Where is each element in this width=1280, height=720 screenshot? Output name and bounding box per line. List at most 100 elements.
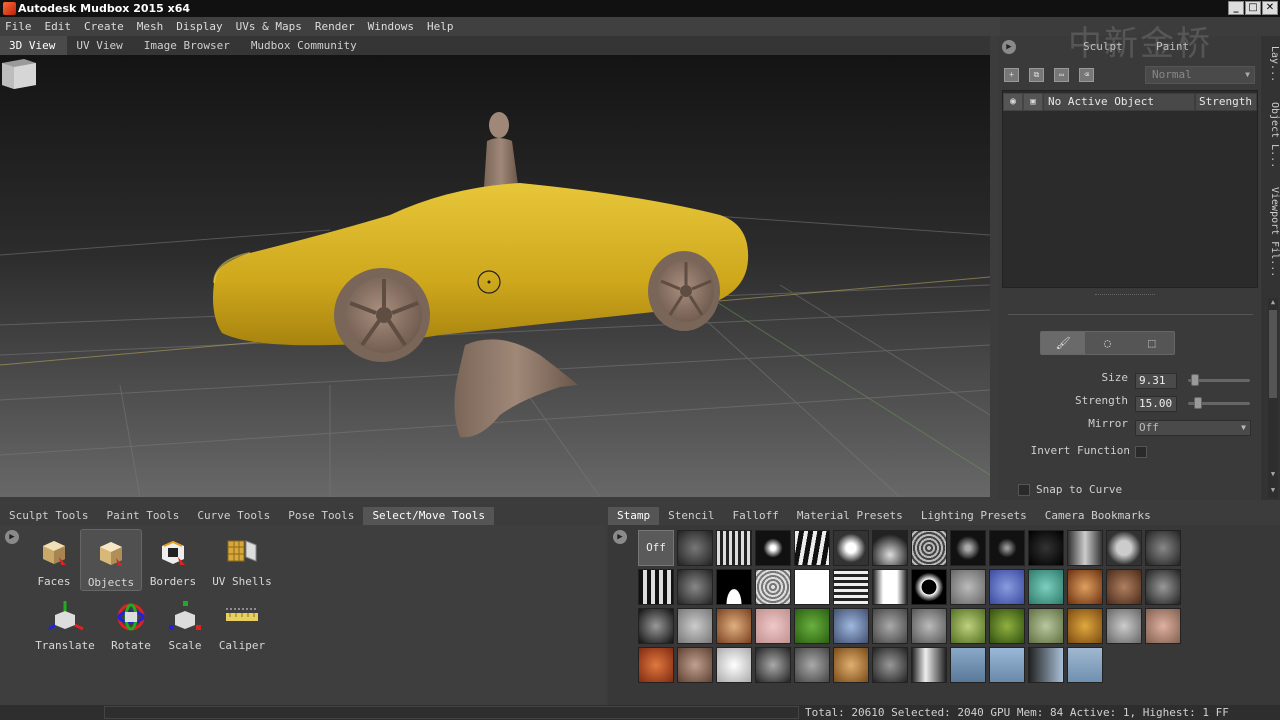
stamp-thumbnail[interactable] — [1067, 608, 1103, 644]
stamp-thumbnail[interactable] — [716, 569, 752, 605]
stamp-thumbnail[interactable] — [1106, 530, 1142, 566]
tool-borders[interactable]: Borders — [148, 533, 198, 591]
stamp-thumbnail[interactable] — [911, 647, 947, 683]
stamp-thumbnail[interactable] — [755, 608, 791, 644]
tab-lighting-presets[interactable]: Lighting Presets — [912, 507, 1036, 525]
stamp-thumbnail[interactable] — [989, 608, 1025, 644]
menu-edit[interactable]: Edit — [45, 17, 72, 36]
invert-function-checkbox[interactable] — [1135, 446, 1147, 458]
stamp-thumbnail[interactable] — [716, 608, 752, 644]
stamp-thumbnail[interactable] — [1145, 530, 1181, 566]
view-cube[interactable] — [0, 55, 38, 89]
close-button[interactable]: ✕ — [1262, 1, 1278, 15]
stamp-thumbnail[interactable] — [989, 530, 1025, 566]
stamp-thumbnail[interactable] — [794, 530, 830, 566]
stamp-thumbnail[interactable] — [833, 608, 869, 644]
tab-curve-tools[interactable]: Curve Tools — [188, 507, 279, 525]
stamp-thumbnail[interactable] — [716, 647, 752, 683]
tab-paint-tools[interactable]: Paint Tools — [97, 507, 188, 525]
stamp-thumbnail[interactable] — [677, 647, 713, 683]
stamp-thumbnail[interactable] — [872, 647, 908, 683]
tool-objects[interactable]: Objects — [80, 529, 142, 591]
stamp-thumbnail[interactable] — [794, 569, 830, 605]
stamp-thumbnail[interactable] — [911, 608, 947, 644]
duplicate-layer-icon[interactable]: ⧉ — [1029, 68, 1044, 82]
3d-viewport[interactable] — [0, 55, 990, 497]
stamp-thumbnail[interactable] — [638, 647, 674, 683]
scroll-thumb[interactable] — [1269, 310, 1277, 398]
stamp-thumbnail[interactable] — [950, 647, 986, 683]
stamp-thumbnail[interactable] — [1067, 530, 1103, 566]
snap-to-curve-checkbox[interactable] — [1018, 484, 1030, 496]
stamp-thumbnail[interactable] — [1067, 569, 1103, 605]
stamp-thumbnail[interactable] — [833, 569, 869, 605]
stamp-thumbnail[interactable] — [950, 569, 986, 605]
stamp-thumbnail[interactable] — [1028, 530, 1064, 566]
tab-stamp[interactable]: Stamp — [608, 507, 660, 525]
scroll-down-icon[interactable]: ▼ — [1268, 470, 1278, 480]
tab-sculpt-tools[interactable]: Sculpt Tools — [0, 507, 97, 525]
stamp-thumbnail[interactable] — [1106, 569, 1142, 605]
menu-create[interactable]: Create — [84, 17, 124, 36]
menu-uvs-maps[interactable]: UVs & Maps — [236, 17, 302, 36]
stamp-thumbnail[interactable] — [872, 569, 908, 605]
size-slider-knob[interactable] — [1190, 374, 1199, 386]
stamp-thumbnail[interactable] — [716, 530, 752, 566]
tab-material-presets[interactable]: Material Presets — [788, 507, 912, 525]
strength-input[interactable]: 15.00 — [1135, 396, 1177, 412]
marquee-select-icon[interactable]: ⬚ — [1130, 332, 1174, 354]
stamp-thumbnail[interactable] — [1145, 608, 1181, 644]
tab-select-move-tools[interactable]: Select/Move Tools — [363, 507, 495, 525]
tab-falloff[interactable]: Falloff — [723, 507, 787, 525]
stamp-thumbnail[interactable] — [989, 647, 1025, 683]
tab-image-browser[interactable]: Image Browser — [135, 36, 242, 55]
mirror-dropdown[interactable]: Off ▼ — [1135, 420, 1251, 436]
tab-camera-bookmarks[interactable]: Camera Bookmarks — [1036, 507, 1160, 525]
stamp-thumbnail[interactable] — [677, 530, 713, 566]
stamp-thumbnail[interactable] — [677, 608, 713, 644]
tool-faces[interactable]: Faces — [30, 533, 78, 591]
menu-mesh[interactable]: Mesh — [137, 17, 164, 36]
stamp-thumbnail[interactable] — [1067, 647, 1103, 683]
lasso-select-icon[interactable]: ◌ — [1085, 332, 1129, 354]
stamp-thumbnail[interactable] — [638, 608, 674, 644]
tool-uv-shells[interactable]: UV Shells — [210, 533, 274, 591]
blend-mode-dropdown[interactable]: Normal ▼ — [1145, 66, 1255, 84]
stamp-thumbnail[interactable] — [755, 647, 791, 683]
tab-mudbox-community[interactable]: Mudbox Community — [242, 36, 369, 55]
menu-file[interactable]: File — [5, 17, 32, 36]
eye-icon[interactable]: ◉ — [1003, 93, 1023, 111]
stamp-thumbnail[interactable] — [638, 569, 674, 605]
stamp-thumbnail[interactable] — [1106, 608, 1142, 644]
stamp-thumbnail[interactable] — [950, 530, 986, 566]
minimize-button[interactable]: _ — [1228, 1, 1244, 15]
strength-slider-knob[interactable] — [1194, 397, 1203, 409]
tab-pose-tools[interactable]: Pose Tools — [279, 507, 363, 525]
tab-uv-view[interactable]: UV View — [67, 36, 134, 55]
new-layer-icon[interactable]: + — [1004, 68, 1019, 82]
collapse-tray-button[interactable]: ▶ — [5, 530, 19, 544]
stamp-thumbnail[interactable] — [755, 530, 791, 566]
stamp-thumbnail[interactable] — [794, 608, 830, 644]
stamp-thumbnail[interactable] — [1028, 569, 1064, 605]
tab-viewport-filters[interactable]: Viewport Fil... — [1261, 181, 1280, 291]
stamp-off[interactable]: Off — [638, 530, 674, 566]
collapse-right-panel-button[interactable]: ▶ — [1002, 40, 1016, 54]
trash-icon[interactable]: ⌫ — [1079, 68, 1094, 82]
collapse-stamp-tray-button[interactable]: ▶ — [613, 530, 627, 544]
scroll-down-icon[interactable]: ▼ — [1268, 486, 1278, 496]
stamp-thumbnail[interactable] — [794, 647, 830, 683]
stamp-thumbnail[interactable] — [911, 569, 947, 605]
stamp-thumbnail[interactable] — [950, 608, 986, 644]
tool-translate[interactable]: Translate — [30, 597, 100, 655]
tab-stencil[interactable]: Stencil — [659, 507, 723, 525]
folder-icon[interactable]: ▭ — [1054, 68, 1069, 82]
stamp-thumbnail[interactable] — [911, 530, 947, 566]
menu-windows[interactable]: Windows — [368, 17, 414, 36]
tab-layers[interactable]: Lay... — [1261, 40, 1280, 90]
stamp-thumbnail[interactable] — [872, 608, 908, 644]
tab-object-list[interactable]: Object L... — [1261, 96, 1280, 174]
tool-scale[interactable]: Scale — [162, 597, 208, 655]
stamp-thumbnail[interactable] — [1145, 569, 1181, 605]
stamp-thumbnail[interactable] — [1028, 647, 1064, 683]
